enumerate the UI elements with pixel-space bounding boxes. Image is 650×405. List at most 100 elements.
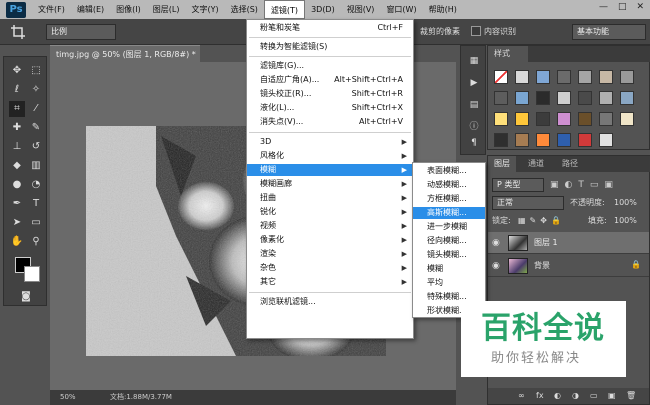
add-mask-icon[interactable]: ◐ <box>554 391 561 400</box>
menu-item-browse-online-filters[interactable]: 浏览联机滤镜... <box>247 296 413 308</box>
menu-item-pixelate[interactable]: 像素化 ▶ <box>247 234 413 246</box>
submenu-item-motion-blur[interactable]: 动感模糊... <box>413 179 485 191</box>
menu-image[interactable]: 图像(I) <box>110 0 147 19</box>
lasso-tool-icon[interactable]: ℓ <box>9 82 25 98</box>
menu-select[interactable]: 选择(S) <box>225 0 264 19</box>
tab-styles[interactable]: 样式 <box>488 46 528 62</box>
menu-item-video[interactable]: 视频 ▶ <box>247 220 413 232</box>
style-swatch[interactable] <box>578 112 592 126</box>
style-swatch[interactable] <box>557 112 571 126</box>
path-selection-tool-icon[interactable]: ➤ <box>9 215 25 231</box>
menu-3d[interactable]: 3D(D) <box>305 0 341 19</box>
new-layer-icon[interactable]: ▣ <box>608 391 616 400</box>
menu-filter[interactable]: 滤镜(T) <box>263 0 306 19</box>
style-swatch[interactable] <box>536 70 550 84</box>
style-swatch[interactable] <box>515 70 529 84</box>
style-swatch[interactable] <box>515 133 529 147</box>
menu-item-noise[interactable]: 杂色 ▶ <box>247 262 413 274</box>
style-swatch[interactable] <box>578 133 592 147</box>
menu-item-3d[interactable]: 3D ▶ <box>247 136 413 148</box>
minimize-icon[interactable]: — <box>599 2 608 12</box>
zoom-tool-icon[interactable]: ⚲ <box>28 234 44 250</box>
menu-item-adaptive-wide-angle[interactable]: 自适应广角(A)... Alt+Shift+Ctrl+A <box>247 74 413 86</box>
style-swatch[interactable] <box>536 133 550 147</box>
submenu-item-blur-more[interactable]: 进一步模糊 <box>413 221 485 233</box>
magic-wand-tool-icon[interactable]: ✧ <box>28 82 44 98</box>
layer-row[interactable]: ◉ 背景 🔒 <box>488 255 649 277</box>
link-layers-icon[interactable]: ∞ <box>518 391 525 400</box>
style-swatch[interactable] <box>536 112 550 126</box>
menu-item-render[interactable]: 渲染 ▶ <box>247 248 413 260</box>
adjustment-layer-icon[interactable]: ◑ <box>572 391 579 400</box>
submenu-item-gaussian-blur[interactable]: 高斯模糊... <box>413 207 485 219</box>
style-swatch[interactable] <box>494 133 508 147</box>
actions-panel-icon[interactable]: ▶ <box>467 76 481 90</box>
eyedropper-tool-icon[interactable]: ⁄ <box>28 101 44 117</box>
eraser-tool-icon[interactable]: ◆ <box>9 158 25 174</box>
lock-icons[interactable]: ▦✎✥🔒 <box>518 214 565 228</box>
style-swatch[interactable] <box>536 91 550 105</box>
style-swatch[interactable] <box>557 133 571 147</box>
style-swatch[interactable] <box>557 91 571 105</box>
tab-paths[interactable]: 路径 <box>556 156 584 172</box>
submenu-item-box-blur[interactable]: 方框模糊... <box>413 193 485 205</box>
content-aware-checkbox[interactable] <box>471 26 481 36</box>
maximize-icon[interactable]: □ <box>618 2 627 12</box>
style-swatch[interactable] <box>557 70 571 84</box>
style-swatch[interactable] <box>620 91 634 105</box>
history-panel-icon[interactable]: ▦ <box>467 54 481 68</box>
menu-item-filter-gallery[interactable]: 滤镜库(G)... <box>247 60 413 72</box>
menu-item-blur-gallery[interactable]: 模糊画廊 ▶ <box>247 178 413 190</box>
eye-icon[interactable]: ◉ <box>492 261 500 271</box>
blend-mode-select[interactable]: 正常 <box>492 196 564 210</box>
style-swatch[interactable] <box>578 70 592 84</box>
menu-item-blur[interactable]: 模糊 ▶ <box>247 164 413 176</box>
history-brush-tool-icon[interactable]: ↺ <box>28 139 44 155</box>
menu-item-distort[interactable]: 扭曲 ▶ <box>247 192 413 204</box>
marquee-tool-icon[interactable]: ⬚ <box>28 63 44 79</box>
pen-tool-icon[interactable]: ✒ <box>9 196 25 212</box>
style-swatch[interactable] <box>620 70 634 84</box>
submenu-item-radial-blur[interactable]: 径向模糊... <box>413 235 485 247</box>
gradient-tool-icon[interactable]: ▥ <box>28 158 44 174</box>
tab-channels[interactable]: 通道 <box>522 156 550 172</box>
healing-brush-tool-icon[interactable]: ✚ <box>9 120 25 136</box>
style-swatch[interactable] <box>620 112 634 126</box>
style-swatch[interactable] <box>578 91 592 105</box>
style-swatch[interactable] <box>494 91 508 105</box>
menu-item-last-filter[interactable]: 粉笔和炭笔 Ctrl+F <box>247 22 413 34</box>
quick-mask-icon[interactable]: ◙ <box>18 289 34 305</box>
eye-icon[interactable]: ◉ <box>492 238 500 248</box>
submenu-item-blur[interactable]: 模糊 <box>413 263 485 275</box>
fill-value[interactable]: 100% <box>614 214 637 228</box>
document-tab[interactable]: timg.jpg @ 50% (图层 1, RGB/8#) * × <box>50 45 200 76</box>
brush-tool-icon[interactable]: ✎ <box>28 120 44 136</box>
style-swatch[interactable] <box>599 70 613 84</box>
menu-item-convert-smart-filter[interactable]: 转换为智能滤镜(S) <box>247 41 413 53</box>
style-swatch[interactable] <box>494 70 508 84</box>
move-tool-icon[interactable]: ✥ <box>9 63 25 79</box>
menu-window[interactable]: 窗口(W) <box>380 0 422 19</box>
style-swatch[interactable] <box>515 112 529 126</box>
fx-icon[interactable]: fx <box>536 391 544 400</box>
blur-tool-icon[interactable]: ● <box>9 177 25 193</box>
menu-type[interactable]: 文字(Y) <box>185 0 224 19</box>
opacity-value[interactable]: 100% <box>614 196 637 210</box>
workspace-select[interactable]: 基本功能 <box>572 24 646 40</box>
layer-row[interactable]: ◉ 图层 1 <box>488 232 649 254</box>
menu-item-sharpen[interactable]: 锐化 ▶ <box>247 206 413 218</box>
menu-item-stylize[interactable]: 风格化 ▶ <box>247 150 413 162</box>
ratio-select[interactable]: 比例 <box>46 24 116 40</box>
style-swatch[interactable] <box>515 91 529 105</box>
crop-tool-icon[interactable] <box>10 24 28 40</box>
layer-kind-select[interactable]: P 类型 <box>492 178 544 192</box>
info-panel-icon[interactable]: ⓘ <box>467 120 481 134</box>
menu-help[interactable]: 帮助(H) <box>423 0 463 19</box>
style-swatch[interactable] <box>599 112 613 126</box>
style-swatch[interactable] <box>599 91 613 105</box>
menu-item-other[interactable]: 其它 ▶ <box>247 276 413 288</box>
delete-layer-icon[interactable]: 🗑 <box>626 391 636 400</box>
menu-layer[interactable]: 图层(L) <box>147 0 186 19</box>
type-tool-icon[interactable]: T <box>28 196 44 212</box>
properties-panel-icon[interactable]: ▤ <box>467 98 481 112</box>
